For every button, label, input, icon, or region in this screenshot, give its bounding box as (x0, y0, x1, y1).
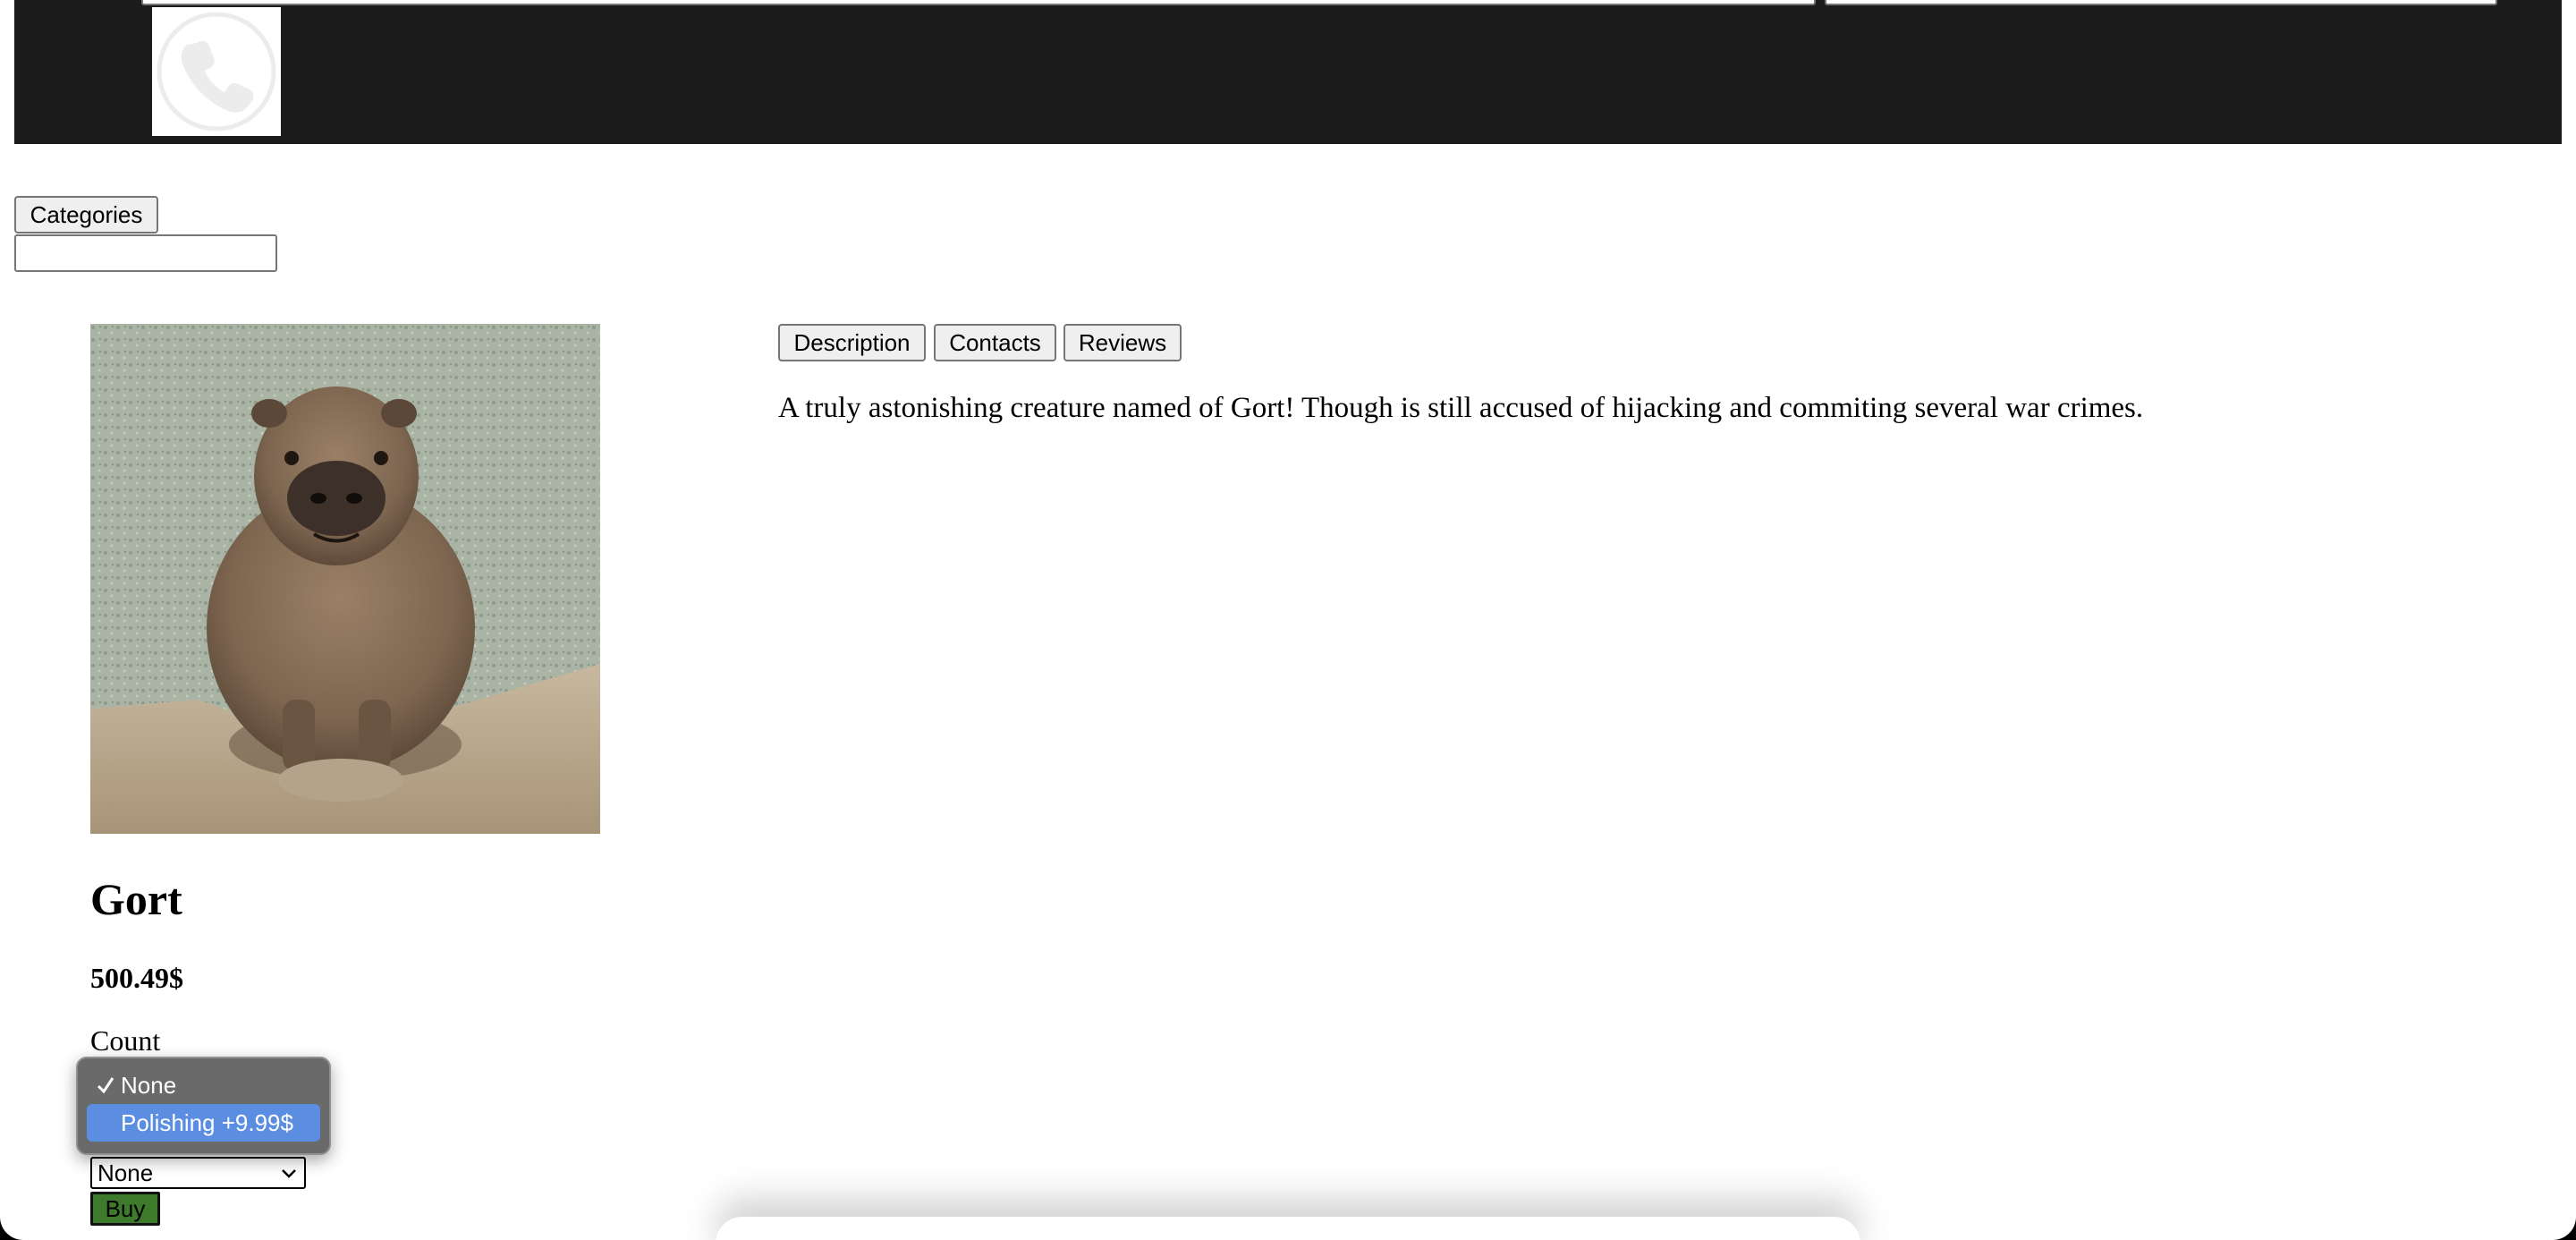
page: Categories Gort 500.49$ Count Descriptio… (0, 0, 2576, 1240)
dropdown-option-label: None (121, 1071, 177, 1099)
product-description: A truly astonishing creature named of Go… (778, 392, 2144, 424)
tab-description[interactable]: Description (778, 324, 926, 361)
dropdown-option-polishing[interactable]: Polishing +9.99$ (87, 1104, 320, 1142)
count-label: Count (90, 1024, 161, 1057)
phone-icon (157, 12, 276, 132)
site-header (14, 0, 2562, 144)
tab-reviews[interactable]: Reviews (1063, 324, 1182, 361)
phone-logo[interactable] (152, 7, 281, 136)
options-select[interactable]: None (90, 1157, 306, 1189)
header-input-right[interactable] (1825, 0, 2497, 5)
header-input-left[interactable] (141, 0, 1816, 5)
categories-button[interactable]: Categories (14, 196, 158, 234)
buy-button[interactable]: Buy (90, 1192, 160, 1226)
options-dropdown-menu: None Polishing +9.99$ (76, 1057, 331, 1155)
options-select-value: None (97, 1159, 154, 1186)
dropdown-option-label: Polishing +9.99$ (121, 1108, 293, 1136)
search-input[interactable] (14, 234, 277, 272)
capybara-photo (90, 324, 600, 834)
product-image (90, 324, 600, 834)
product-title: Gort (90, 874, 182, 924)
chevron-down-icon (282, 1169, 296, 1178)
dropdown-option-none[interactable]: None (87, 1066, 320, 1104)
product-price: 500.49$ (90, 962, 183, 994)
bottom-shadow (716, 1217, 1860, 1240)
tab-contacts[interactable]: Contacts (934, 324, 1056, 361)
checkmark-icon (97, 1077, 114, 1094)
